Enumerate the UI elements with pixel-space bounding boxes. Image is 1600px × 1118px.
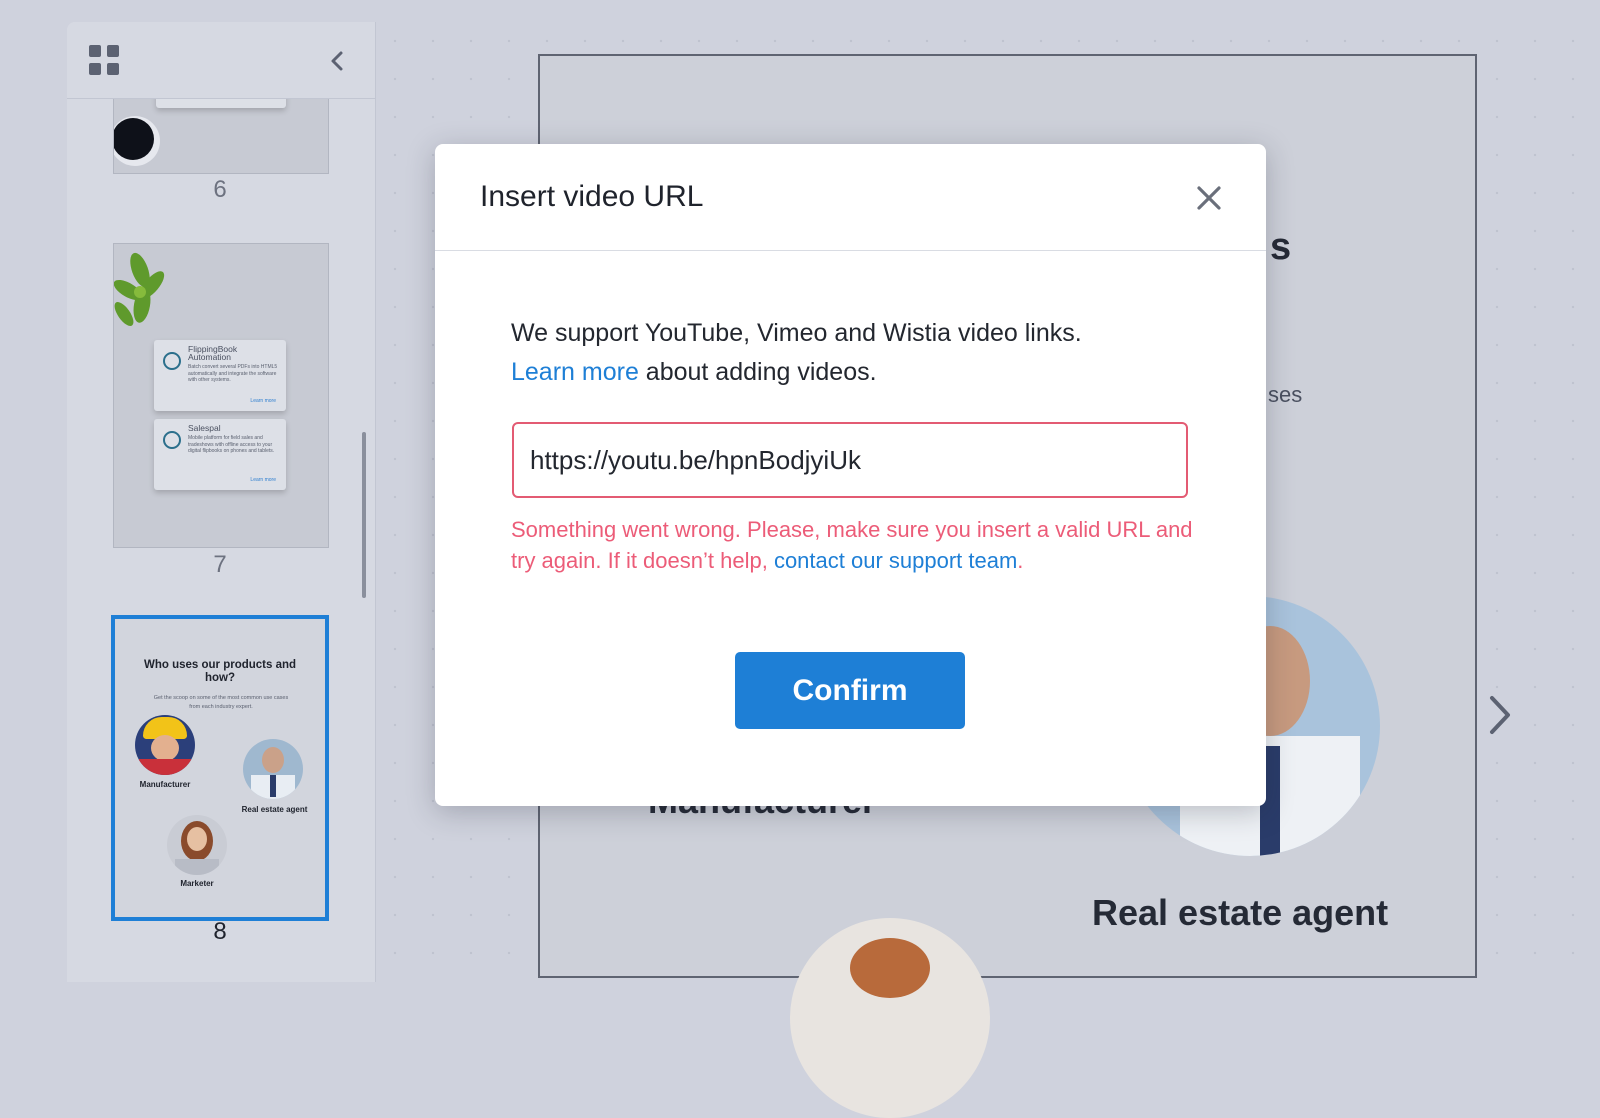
- error-tail: .: [1017, 548, 1024, 573]
- manufacturer-avatar: [135, 715, 195, 775]
- dialog-title: Insert video URL: [480, 180, 704, 213]
- automation-logo-icon: [163, 352, 181, 370]
- thumbnail-label: Marketer: [180, 879, 214, 888]
- salespal-logo-icon: [163, 431, 181, 449]
- thumbnail-card-title: Salespal: [188, 423, 221, 433]
- contact-support-link[interactable]: contact our support team: [774, 548, 1017, 573]
- plant-image: [114, 252, 165, 326]
- thumbnail-card-title: FlippingBook Automation: [188, 344, 238, 362]
- thumbnail-number: 7: [213, 551, 227, 578]
- support-description: We support YouTube, Vimeo and Wistia vid…: [511, 314, 1211, 392]
- chevron-left-icon[interactable]: [325, 48, 351, 74]
- thumbnail-page-7[interactable]: FlippingBook Automation Batch convert se…: [113, 243, 329, 548]
- marketer-avatar: [167, 815, 227, 875]
- thumbnail-page-8[interactable]: Who uses our products and how? Get the s…: [111, 615, 329, 921]
- thumbnail-card-link: Learn more: [250, 477, 276, 483]
- thumbnail-sidebar: Learn more 6 FlippingBook Automation Bat…: [67, 22, 376, 982]
- thumbnail-card-text: Batch convert several PDFs into HTML5 au…: [188, 364, 278, 383]
- page-real-estate-label: Real estate agent: [1092, 892, 1389, 933]
- sidebar-scrollbar[interactable]: [362, 432, 366, 598]
- marketer-photo: [790, 918, 990, 1118]
- thumbnail-number: 6: [213, 176, 227, 203]
- page-heading-fragment: s: [1270, 226, 1292, 268]
- thumbnail-card: Salespal Mobile platform for field sales…: [154, 419, 286, 490]
- thumbnail-card-text: Mobile platform for field sales and trad…: [188, 435, 275, 454]
- video-url-input[interactable]: [512, 422, 1188, 498]
- insert-video-dialog: Insert video URL We support YouTube, Vim…: [435, 144, 1266, 806]
- thumbnail-number: 8: [213, 918, 227, 945]
- coffee-cup-image: [114, 118, 154, 160]
- error-message: Something went wrong. Please, make sure …: [511, 514, 1211, 576]
- thumbnail-title: Who uses our products and how?: [143, 659, 297, 684]
- sidebar-header: [67, 22, 375, 99]
- confirm-button[interactable]: Confirm: [735, 652, 965, 729]
- real-estate-agent-avatar: [243, 739, 303, 799]
- dialog-header: Insert video URL: [435, 144, 1266, 251]
- thumbnail-label: Manufacturer: [139, 780, 191, 789]
- learn-more-link[interactable]: Learn more: [511, 358, 639, 386]
- thumbnail-subtitle: Get the scoop on some of the most common…: [153, 695, 289, 710]
- learn-more-tail: about adding videos.: [638, 358, 877, 386]
- grid-icon[interactable]: [89, 45, 121, 77]
- chevron-right-icon[interactable]: [1486, 690, 1514, 740]
- thumbnail-label: Real estate agent: [241, 805, 308, 814]
- support-text: We support YouTube, Vimeo and Wistia vid…: [511, 319, 1082, 347]
- page-subtitle-fragment: ses: [1268, 382, 1303, 407]
- close-icon[interactable]: [1191, 180, 1227, 216]
- thumbnail-card-link: Learn more: [250, 398, 276, 404]
- thumbnail-card: FlippingBook Automation Batch convert se…: [154, 340, 286, 411]
